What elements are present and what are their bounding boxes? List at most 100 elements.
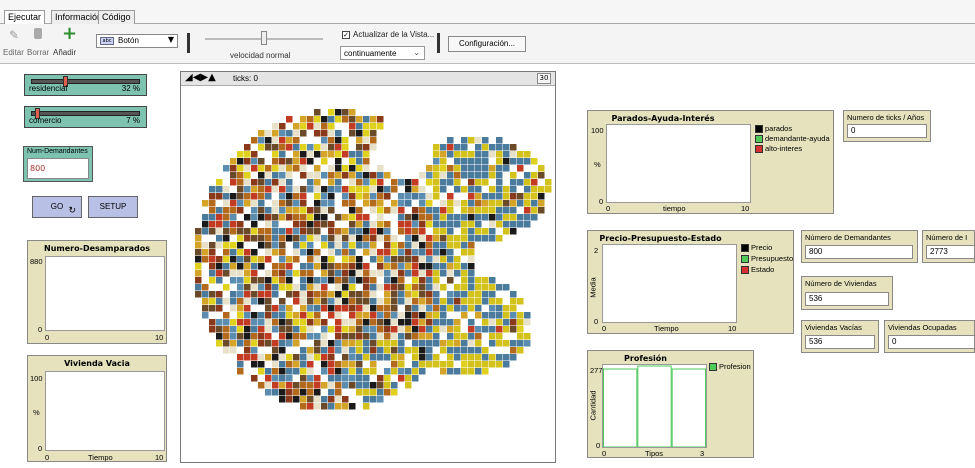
update-checkbox[interactable]: ✓ [342,31,350,39]
patch [272,375,279,382]
patch [468,235,475,242]
delete-label[interactable]: Borrar [27,48,49,57]
go-button[interactable]: GO ↻ [32,196,82,218]
legend-label: Estado [751,265,775,274]
slider-residencial[interactable]: residencial 32 % [24,74,147,96]
patch [482,319,489,326]
patch [510,221,517,228]
patch [321,207,328,214]
view-speed-box[interactable]: 30 [537,73,551,84]
patch [251,214,258,221]
patch [412,326,419,333]
patch [272,123,279,130]
patch [503,305,510,312]
edit-label[interactable]: Editar [3,48,24,57]
patch [279,354,286,361]
patch [384,389,391,396]
patch [398,228,405,235]
patch [447,165,454,172]
add-label[interactable]: Añadir [53,48,76,57]
patch [244,291,251,298]
patch [265,249,272,256]
num-demandantes-input[interactable]: Num-Demandantes 800 [23,146,93,182]
patch [412,284,419,291]
patch [468,200,475,207]
patch [419,256,426,263]
patch [279,200,286,207]
patch [321,235,328,242]
slider-comercio[interactable]: comercio 7 % [24,106,147,128]
patch [265,312,272,319]
update-mode-select[interactable]: continuamente ⌄ [340,46,425,60]
config-button[interactable]: Configuración... [448,36,526,52]
patch [447,333,454,340]
patch [349,116,356,123]
patch [279,270,286,277]
patch [524,200,531,207]
patch [433,207,440,214]
patch [328,354,335,361]
patch [202,242,209,249]
patch [307,375,314,382]
patch [419,368,426,375]
patch [412,193,419,200]
patch [272,382,279,389]
patch [335,389,342,396]
patch [440,284,447,291]
world-view[interactable]: ◢◀▶▲ ticks: 0 30 [180,71,556,463]
monitor-label: Número de I [926,233,968,242]
patch [342,284,349,291]
patch [412,340,419,347]
add-icon[interactable]: + [62,23,77,44]
patch [496,340,503,347]
patch [426,221,433,228]
patch [272,270,279,277]
x-label: tiempo [663,204,686,213]
patch [251,375,258,382]
tab-ejecutar[interactable]: Ejecutar [4,10,46,24]
patch [503,284,510,291]
patch [300,333,307,340]
pencil-icon[interactable]: ✎ [9,28,19,42]
legend-label: Precio [751,243,773,252]
y-min: 0 [596,441,601,450]
patch [489,319,496,326]
patch [349,179,356,186]
patch [482,193,489,200]
patch [279,382,286,389]
patch [230,298,237,305]
patch [538,200,545,207]
patch [286,340,293,347]
patch [300,221,307,228]
patch [272,228,279,235]
patch [370,116,377,123]
patch [244,179,251,186]
patch [405,305,412,312]
patch [335,151,342,158]
patch [307,333,314,340]
patch [265,340,272,347]
tab-codigo[interactable]: Código [98,10,135,24]
patch [377,263,384,270]
patch [328,270,335,277]
patch [356,214,363,221]
patch [223,249,230,256]
patch [293,340,300,347]
patch [279,347,286,354]
speed-slider-thumb[interactable] [261,31,267,45]
view-controls-icon[interactable]: ◢◀▶▲ [185,72,216,83]
patch [447,144,454,151]
patch [342,256,349,263]
trash-icon[interactable] [34,28,42,39]
patch [356,193,363,200]
patch [524,214,531,221]
patch [426,340,433,347]
widget-type-select[interactable]: abc Botón ▼ [96,34,178,48]
patch [454,291,461,298]
patch [328,277,335,284]
input-value[interactable]: 800 [27,158,89,179]
patch [279,172,286,179]
patch [377,305,384,312]
setup-button[interactable]: SETUP [88,196,138,218]
patch [461,340,468,347]
